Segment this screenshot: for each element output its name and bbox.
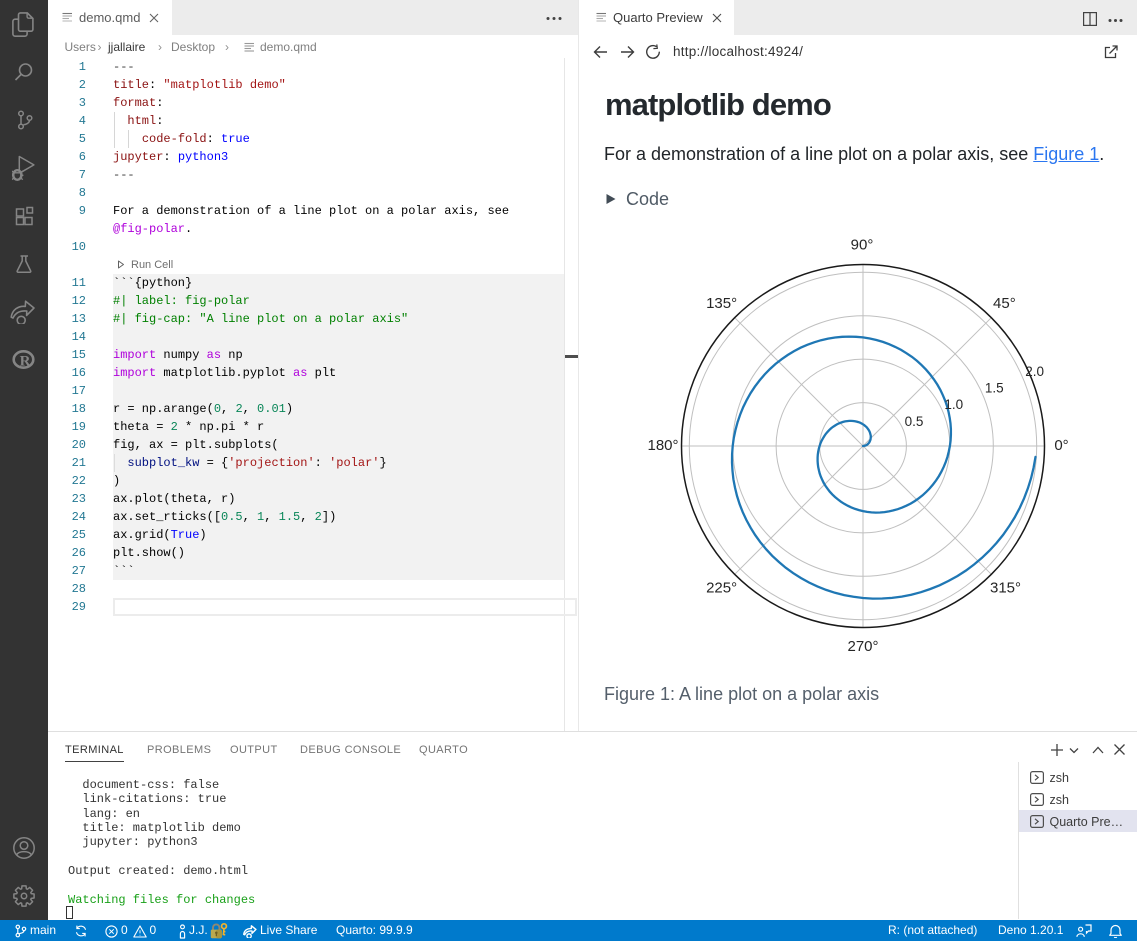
svg-text:1.0: 1.0 <box>944 397 963 412</box>
svg-text:225°: 225° <box>706 579 737 596</box>
svg-text:0.5: 0.5 <box>904 414 923 429</box>
svg-text:0°: 0° <box>1054 437 1068 454</box>
svg-text:90°: 90° <box>850 236 873 253</box>
svg-text:270°: 270° <box>847 638 878 655</box>
svg-text:315°: 315° <box>989 579 1020 596</box>
svg-text:R: R <box>20 354 31 370</box>
svg-text:180°: 180° <box>647 437 678 454</box>
svg-text:1.5: 1.5 <box>984 380 1003 395</box>
svg-text:2.0: 2.0 <box>1025 364 1044 379</box>
svg-text:135°: 135° <box>706 295 737 312</box>
svg-text:45°: 45° <box>993 295 1016 312</box>
